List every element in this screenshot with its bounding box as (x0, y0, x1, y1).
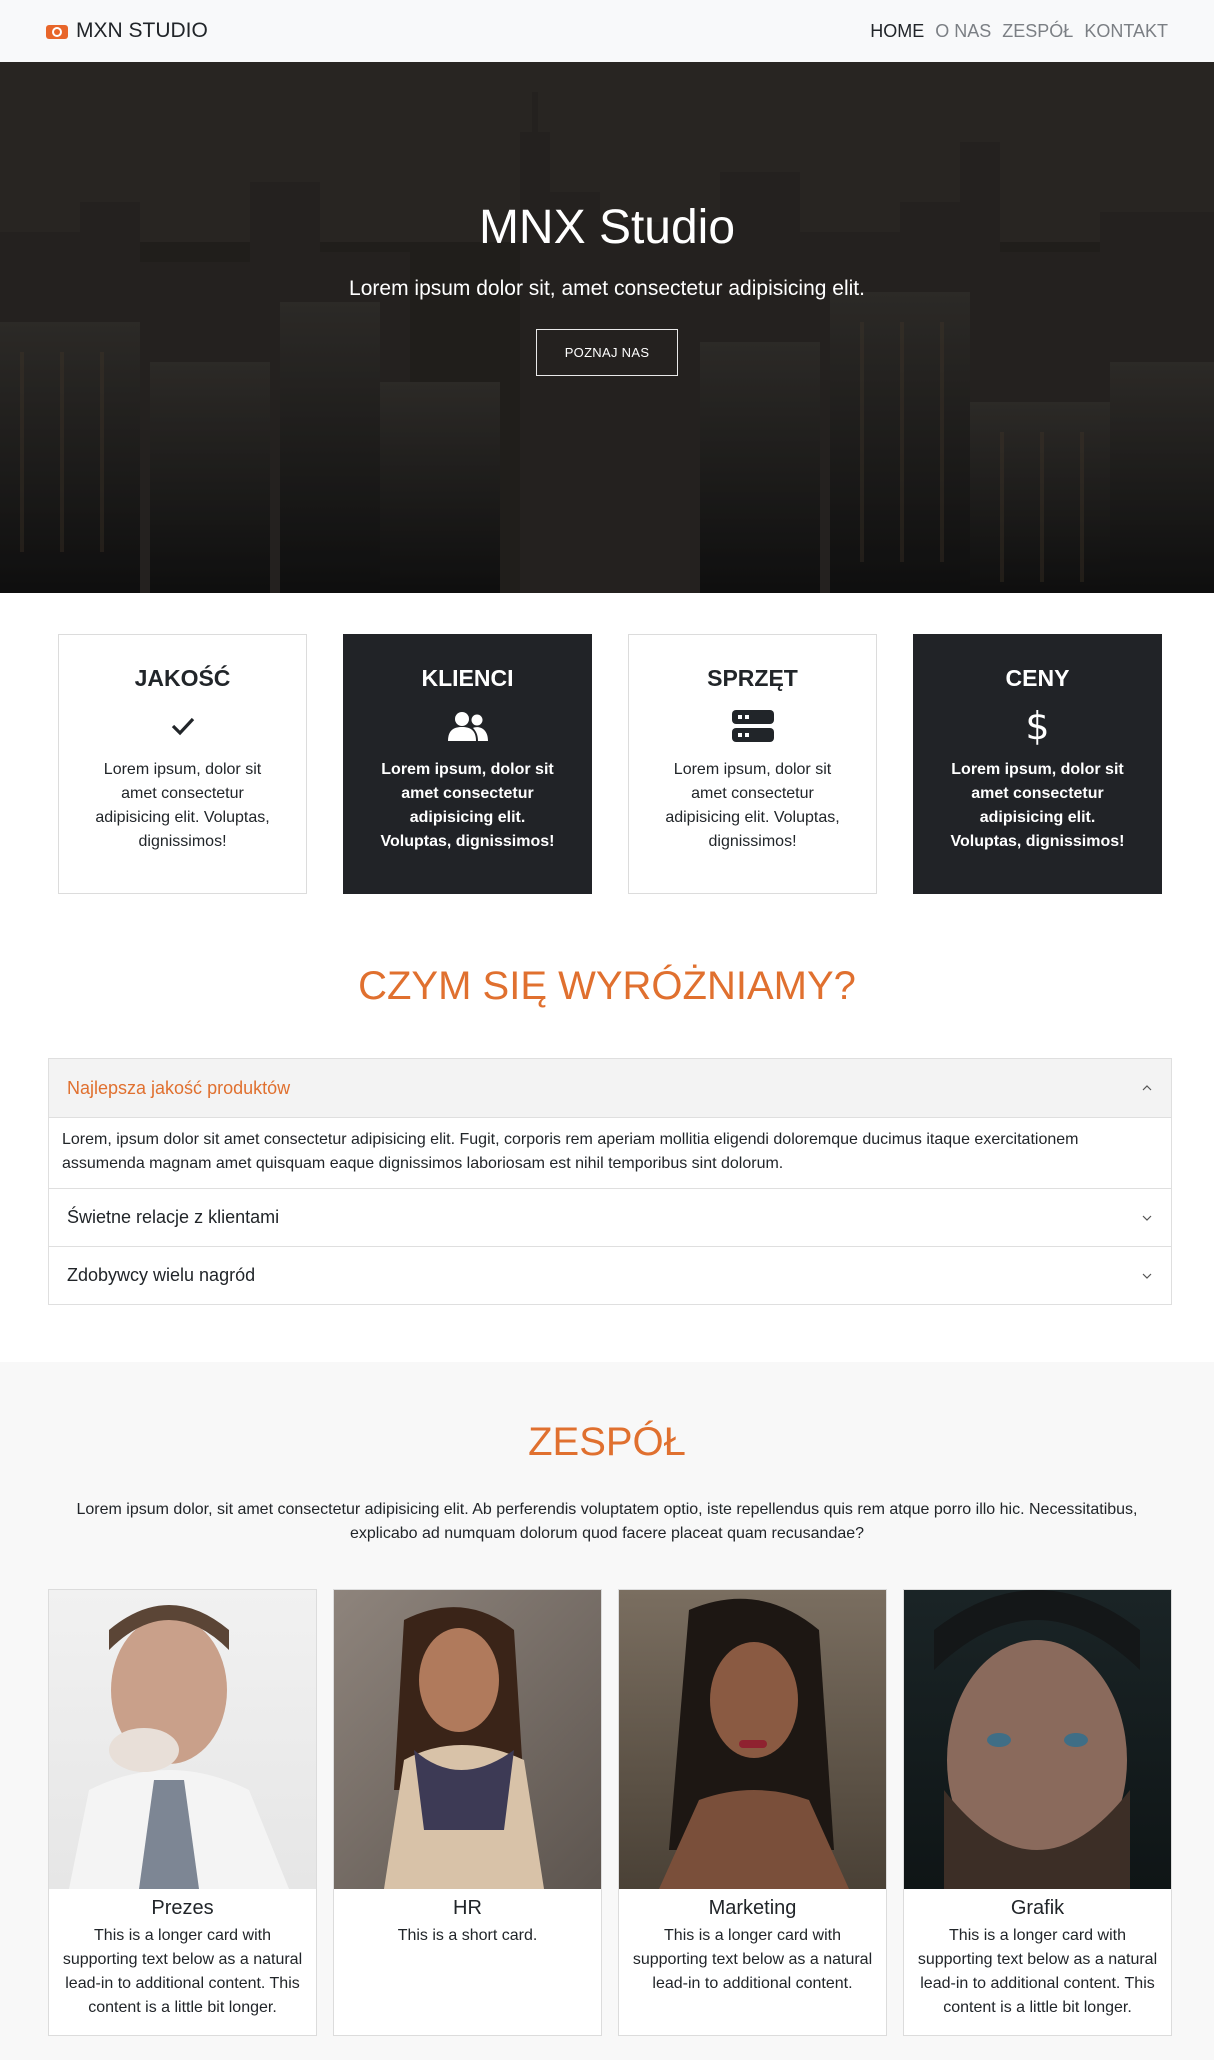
chevron-down-icon (1142, 1273, 1152, 1279)
team-photo-hr (334, 1590, 601, 1889)
poznaj-nas-button[interactable]: POZNAJ NAS (535, 329, 679, 376)
team-photo-grafik (904, 1590, 1171, 1889)
camera-icon (46, 23, 68, 39)
check-icon (59, 706, 306, 746)
team-member-text: This is a longer card with supporting te… (917, 1927, 1158, 2016)
accordion-item-title: Najlepsza jakość produktów (67, 1077, 291, 1098)
accordion: Najlepsza jakość produktów Lorem, ipsum … (48, 1058, 1172, 1305)
accordion-item-body: Lorem, ipsum dolor sit amet consectetur … (49, 1117, 1171, 1188)
accordion-item-header[interactable]: Zdobywcy wielu nagród (49, 1246, 1171, 1304)
server-icon (629, 706, 876, 746)
navbar: MXN STUDIO HOME O NAS ZESPÓŁ KONTAKT (0, 0, 1214, 62)
hero-content: MNX Studio Lorem ipsum dolor sit, amet c… (0, 200, 1214, 376)
brand-name: MXN STUDIO (76, 19, 208, 42)
features-section: JAKOŚĆ Lorem ipsum, dolor sit amet conse… (58, 634, 1162, 894)
team-member-text: This is a longer card with supporting te… (632, 1927, 873, 1992)
nav-link-home[interactable]: HOME (870, 21, 924, 42)
team-card: Grafik This is a longer card with suppor… (903, 1589, 1172, 2036)
team-member-role: Marketing (708, 1897, 797, 1919)
feature-card-klienci: KLIENCI Lorem ipsum, dolor sit amet cons… (343, 634, 592, 894)
hero-subtitle: Lorem ipsum dolor sit, amet consectetur … (349, 277, 865, 300)
accordion-item-title: Świetne relacje z klientami (67, 1207, 280, 1227)
nav-link-kontakt[interactable]: KONTAKT (1084, 21, 1168, 42)
feature-title: KLIENCI (421, 665, 514, 691)
team-grid: Prezes This is a longer card with suppor… (48, 1589, 1172, 2036)
nav-link-o-nas[interactable]: O NAS (935, 21, 991, 42)
team-card: HR This is a short card. (333, 1589, 602, 2036)
team-member-role: Prezes (151, 1897, 214, 1919)
accordion-item-header[interactable]: Najlepsza jakość produktów (49, 1059, 1171, 1117)
feature-title: CENY (1005, 665, 1070, 691)
accordion-item-header[interactable]: Świetne relacje z klientami (49, 1188, 1171, 1246)
team-member-role: Grafik (1010, 1897, 1065, 1919)
chevron-up-icon (1142, 1085, 1152, 1091)
team-photo-marketing (619, 1590, 886, 1889)
team-card: Marketing This is a longer card with sup… (618, 1589, 887, 2036)
feature-text: Lorem ipsum, dolor sit amet consectetur … (950, 761, 1125, 850)
brand-logo[interactable]: MXN STUDIO (46, 19, 208, 43)
feature-title: JAKOŚĆ (134, 665, 231, 691)
feature-title: SPRZĘT (707, 665, 798, 691)
feature-text: Lorem ipsum, dolor sit amet consectetur … (665, 761, 840, 850)
accordion-item-title: Zdobywcy wielu nagród (67, 1265, 256, 1285)
team-intro: Lorem ipsum dolor, sit amet consectetur … (76, 1501, 1138, 1542)
team-member-text: This is a longer card with supporting te… (62, 1927, 303, 2016)
team-card: Prezes This is a longer card with suppor… (48, 1589, 317, 2036)
chevron-down-icon (1142, 1215, 1152, 1221)
feature-text: Lorem ipsum, dolor sit amet consectetur … (95, 761, 270, 850)
hero-section: MNX Studio Lorem ipsum dolor sit, amet c… (0, 62, 1214, 593)
team-heading: ZESPÓŁ (528, 1420, 686, 1464)
nav-menu: HOME O NAS ZESPÓŁ KONTAKT (870, 21, 1168, 42)
feature-card-ceny: CENY $ Lorem ipsum, dolor sit amet conse… (913, 634, 1162, 894)
feature-card-sprzet: SPRZĘT Lorem ipsum, dolor sit amet conse… (628, 634, 877, 894)
dollar-icon: $ (1025, 704, 1050, 748)
team-member-role: HR (453, 1897, 482, 1919)
about-heading: CZYM SIĘ WYRÓŻNIAMY? (358, 964, 856, 1008)
team-photo-prezes (49, 1590, 316, 1889)
feature-card-jakosc: JAKOŚĆ Lorem ipsum, dolor sit amet conse… (58, 634, 307, 894)
hero-title: MNX Studio (478, 201, 736, 254)
users-icon (344, 706, 591, 746)
feature-text: Lorem ipsum, dolor sit amet consectetur … (380, 761, 555, 850)
nav-link-zespol[interactable]: ZESPÓŁ (1002, 21, 1073, 42)
team-member-text: This is a short card. (397, 1927, 538, 1944)
